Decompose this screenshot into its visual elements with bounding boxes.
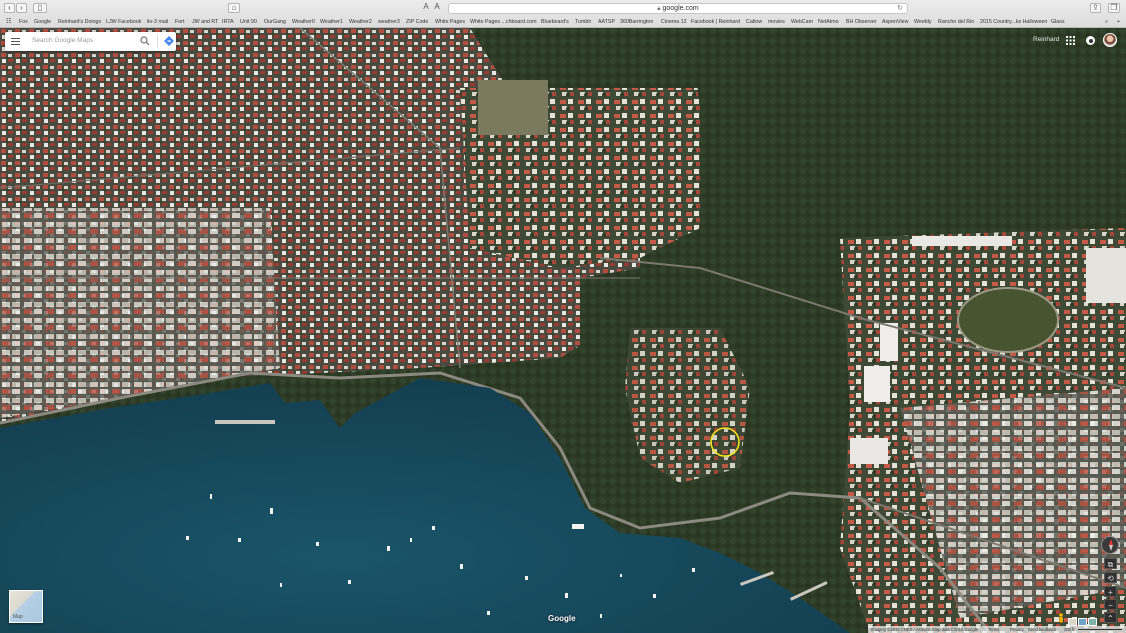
scale-label[interactable]: 200 ft: [1064, 626, 1074, 633]
home-icon[interactable]: ⌂: [228, 3, 240, 13]
bookmark[interactable]: Rancho del Rio: [938, 17, 974, 27]
user-name[interactable]: Reinhard: [1033, 36, 1059, 43]
zoom-in-icon[interactable]: +: [1104, 586, 1117, 597]
forward-icon[interactable]: ›: [16, 3, 27, 13]
notifications-icon[interactable]: [1086, 36, 1095, 45]
apps-icon[interactable]: [1066, 36, 1075, 45]
bookmark[interactable]: Fox: [19, 17, 28, 27]
browser-chrome: ‹ › ▯ ⌂ A A 🔒︎ google.com ↻ ⇪ ❐ ☷ Fox Goo…: [0, 0, 1126, 28]
map-footer: Imagery ©2015 CNES / Astrium, Map data ©…: [868, 626, 1126, 633]
bookmark[interactable]: Weather0: [292, 17, 315, 27]
search-icon[interactable]: [140, 36, 150, 46]
imagery-thumbnails[interactable]: [1068, 613, 1098, 626]
search-divider: [157, 35, 158, 48]
back-icon[interactable]: ‹: [4, 3, 15, 13]
bookmark[interactable]: Facebook | Reinhard: [691, 17, 740, 27]
bookmark[interactable]: OurGang: [264, 17, 286, 27]
bookmark[interactable]: Weather2: [349, 17, 372, 27]
scale-bar: [1078, 629, 1122, 630]
bookmark[interactable]: 360Barrington: [620, 17, 653, 27]
bookmark[interactable]: Glass: [1051, 17, 1065, 27]
bookmark[interactable]: Tumblr: [575, 17, 591, 27]
bookmarks-bar: ☷ Fox Google Reinhard's Doings LJW Faceb…: [0, 17, 1126, 27]
bookmark[interactable]: Reinhard's Doings: [58, 17, 101, 27]
imagery-thumb[interactable]: [1088, 618, 1097, 626]
satellite-imagery: [0, 28, 1126, 633]
address-bar[interactable]: 🔒︎ google.com ↻: [448, 3, 908, 14]
feedback-link[interactable]: Send feedback: [1028, 626, 1056, 633]
bookmark[interactable]: IRTA: [222, 17, 234, 27]
address-text: google.com: [662, 5, 699, 12]
bookmark[interactable]: Unit 90: [240, 17, 257, 27]
privacy-link[interactable]: Privacy: [1010, 626, 1024, 633]
bookmark[interactable]: White Pages ...chboard.com: [470, 17, 537, 27]
bookmark[interactable]: 2015 Country...ks Halloween: [980, 17, 1047, 27]
google-watermark: Google: [548, 614, 576, 623]
bookmark[interactable]: AATSP: [598, 17, 615, 27]
bookmark[interactable]: AspenView: [882, 17, 908, 27]
search-input[interactable]: Search Google Maps: [32, 37, 93, 44]
bookmark[interactable]: ZIP Code: [406, 17, 428, 27]
imagery-thumb[interactable]: [1078, 618, 1087, 626]
expand-icon[interactable]: ⌃: [1104, 612, 1117, 623]
zoom-out-icon[interactable]: −: [1104, 599, 1117, 610]
tilt-icon[interactable]: ⧉: [1104, 558, 1117, 569]
imagery-attribution: Imagery ©2015 CNES / Astrium, Map data ©…: [871, 627, 978, 632]
new-tab-icon[interactable]: +: [1117, 17, 1120, 27]
pegman-icon[interactable]: [1057, 613, 1065, 623]
text-larger-icon[interactable]: A: [432, 3, 442, 13]
sidebar-icon[interactable]: ▯: [33, 3, 47, 13]
bookmark[interactable]: Catlow: [746, 17, 762, 27]
bookmark[interactable]: Bluebeard's: [541, 17, 569, 27]
terms-link[interactable]: Terms: [988, 626, 999, 633]
bookmark[interactable]: movies: [768, 17, 785, 27]
bookmark[interactable]: Google: [34, 17, 51, 27]
search-box[interactable]: Search Google Maps: [5, 32, 176, 51]
bookmark[interactable]: Fort: [175, 17, 184, 27]
satellite-map[interactable]: [0, 28, 1126, 633]
bookmark[interactable]: JW and RT: [192, 17, 218, 27]
bookmarks-overflow-icon[interactable]: »: [1105, 17, 1108, 27]
browser-toolbar: ‹ › ▯ ⌂ A A 🔒︎ google.com ↻ ⇪ ❐: [0, 0, 1126, 16]
menu-icon[interactable]: [11, 38, 20, 45]
bookmark[interactable]: WebCam: [791, 17, 813, 27]
avatar[interactable]: [1103, 33, 1117, 47]
imagery-thumb[interactable]: [1068, 618, 1077, 626]
bookmark[interactable]: White Pages: [435, 17, 465, 27]
text-smaller-icon[interactable]: A: [421, 3, 431, 13]
bookmark[interactable]: itv-3 mail: [147, 17, 168, 27]
compass-icon[interactable]: [1101, 536, 1119, 554]
tabs-icon[interactable]: ❐: [1108, 3, 1120, 13]
bookmark[interactable]: Weather1: [320, 17, 343, 27]
share-icon[interactable]: ⇪: [1090, 3, 1101, 13]
bookmark[interactable]: NetAtmo: [818, 17, 839, 27]
bookmark[interactable]: Cinema 12: [661, 17, 687, 27]
reload-icon[interactable]: ↻: [897, 4, 903, 14]
bookmark[interactable]: LJW Facebook: [106, 17, 141, 27]
lock-icon: 🔒︎: [657, 6, 661, 12]
bookmark[interactable]: Weebly: [914, 17, 932, 27]
bookmarks-grid-icon[interactable]: ☷: [6, 17, 11, 27]
bookmark[interactable]: BH Observer: [846, 17, 877, 27]
directions-icon[interactable]: [164, 36, 174, 46]
map-type-label: Map: [13, 614, 23, 620]
map-type-toggle[interactable]: Map: [9, 590, 43, 623]
rotate-icon[interactable]: ⟲: [1104, 572, 1117, 583]
bookmark[interactable]: weather3: [378, 17, 400, 27]
